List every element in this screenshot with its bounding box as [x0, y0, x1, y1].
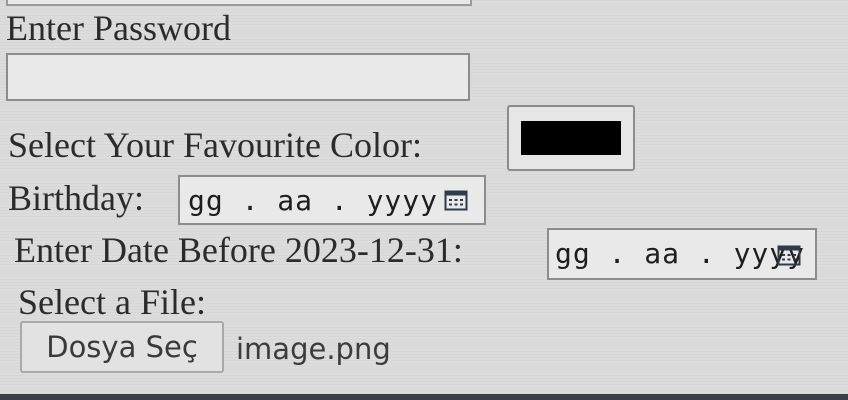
selected-file-name: image.png	[236, 332, 391, 366]
previous-input-field[interactable]	[6, 0, 472, 6]
calendar-icon[interactable]	[444, 189, 468, 211]
date-before-placeholder: gg . aa . yyyy	[555, 237, 806, 270]
favourite-color-label: Select Your Favourite Color:	[8, 125, 422, 165]
choose-file-button[interactable]: Dosya Seç	[20, 321, 224, 373]
date-before-input[interactable]: gg . aa . yyyy	[547, 228, 817, 280]
file-label: Select a File:	[18, 282, 206, 322]
birthday-label: Birthday:	[8, 178, 144, 218]
birthday-date-placeholder: gg . aa . yyyy	[188, 184, 439, 217]
bottom-border	[0, 394, 848, 400]
color-picker[interactable]	[507, 105, 635, 171]
date-before-label: Enter Date Before 2023-12-31:	[14, 230, 463, 270]
password-input[interactable]	[6, 53, 470, 101]
calendar-icon[interactable]	[777, 244, 801, 266]
birthday-date-input[interactable]: gg . aa . yyyy	[178, 175, 486, 225]
color-swatch	[521, 121, 621, 155]
password-label: Enter Password	[6, 8, 231, 48]
